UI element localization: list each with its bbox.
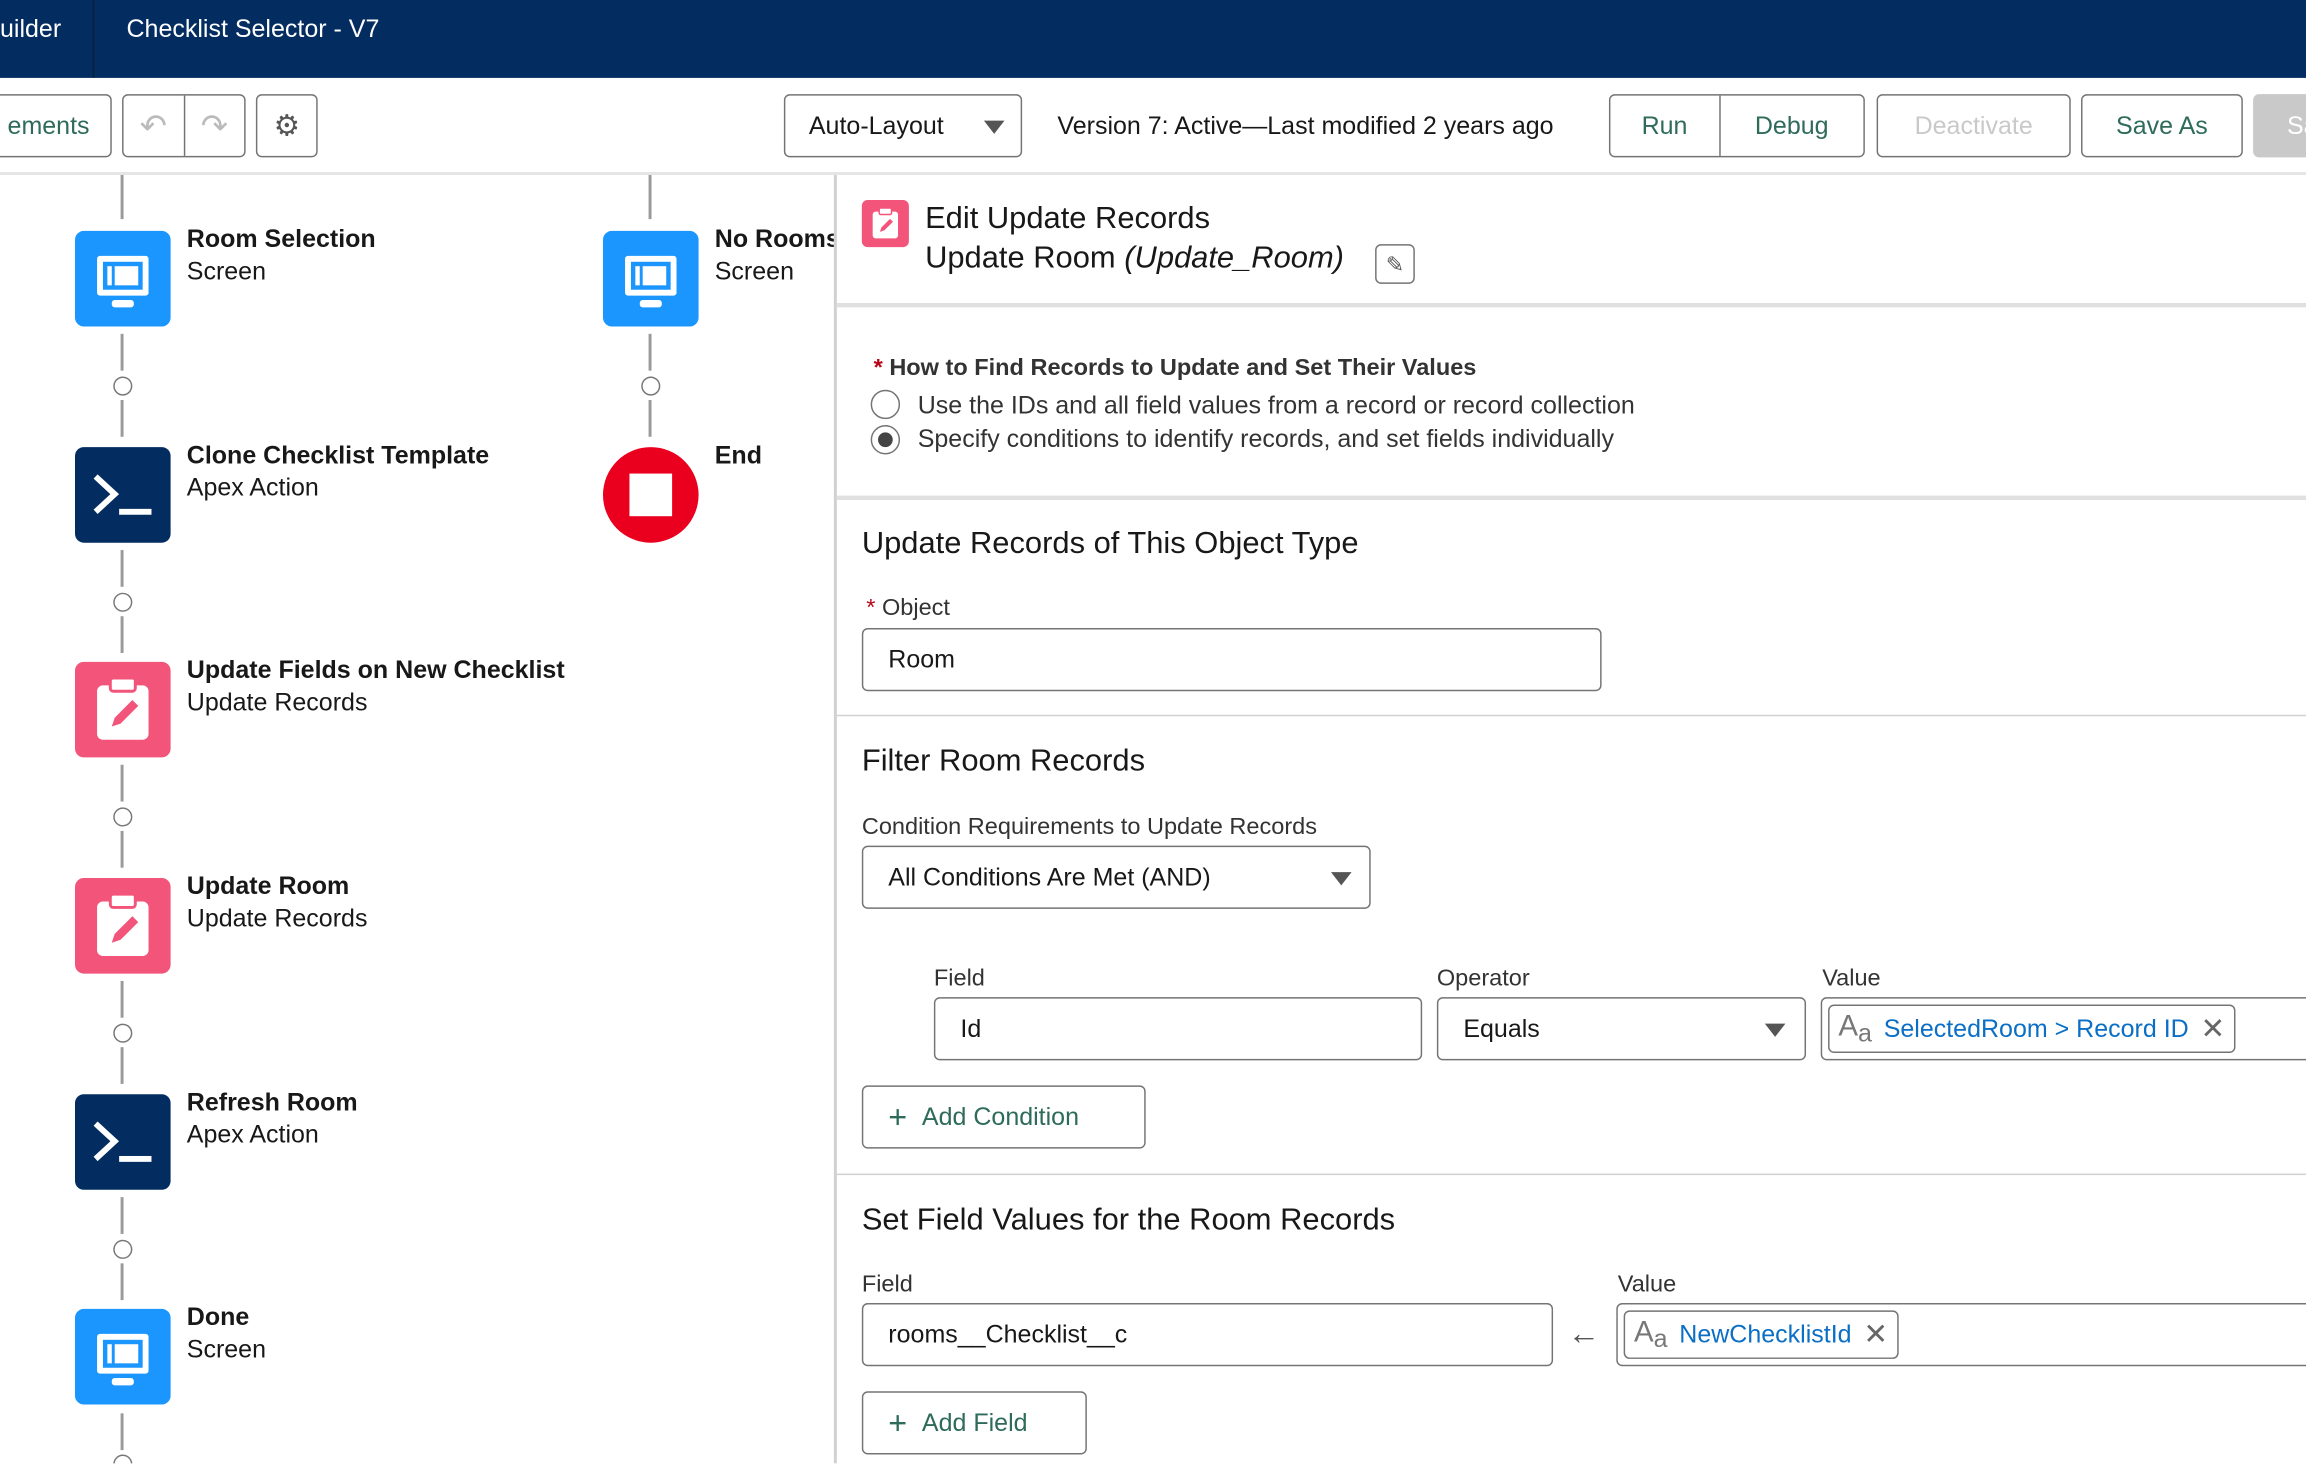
connector-dot[interactable] xyxy=(641,376,661,396)
condition-operator-select[interactable]: Equals xyxy=(1436,997,1807,1061)
flow-canvas[interactable]: Room Selection Screen Clone Checklist Te… xyxy=(0,175,840,1464)
object-input[interactable]: Room xyxy=(861,627,1602,692)
app-header: uilder Checklist Selector - V7 xyxy=(0,0,2306,78)
node-type: Apex Action xyxy=(186,1120,319,1149)
layout-select-value: Auto-Layout xyxy=(808,111,944,139)
value-header: Value xyxy=(1822,966,1881,992)
chevron-down-icon xyxy=(983,120,1005,134)
stop-icon[interactable] xyxy=(602,447,699,543)
chevron-down-icon xyxy=(1330,872,1352,886)
apex-icon[interactable] xyxy=(75,447,171,543)
node-type: Update Records xyxy=(186,904,368,933)
layout-select[interactable]: Auto-Layout xyxy=(783,94,1023,158)
object-section-heading: Update Records of This Object Type xyxy=(861,526,1359,561)
save-button[interactable]: Sa xyxy=(2253,94,2306,158)
save-as-button[interactable]: Save As xyxy=(2081,94,2243,158)
condition-value-input[interactable]: Aa SelectedRoom > Record ID ✕ xyxy=(1820,997,2306,1061)
update-records-icon[interactable] xyxy=(75,661,171,758)
node-type: Screen xyxy=(186,1335,267,1364)
undo-redo-group: ↶ ↷ xyxy=(122,94,246,158)
settings-button[interactable]: ⚙ xyxy=(255,94,318,158)
node-title[interactable]: Room Selection xyxy=(187,225,376,254)
text-type-icon: Aa xyxy=(1633,1315,1668,1353)
run-debug-group: Run Debug xyxy=(1608,94,1865,158)
undo-icon[interactable]: ↶ xyxy=(124,95,185,156)
node-type: Screen xyxy=(186,257,267,286)
run-button[interactable]: Run xyxy=(1610,95,1721,156)
node-title[interactable]: Update Fields on New Checklist xyxy=(187,656,565,685)
screen-icon[interactable] xyxy=(602,230,699,327)
radio-specify-conditions[interactable] xyxy=(870,425,901,455)
connector-dot[interactable] xyxy=(113,807,133,827)
node-title[interactable]: Update Room xyxy=(187,872,350,901)
add-field-button[interactable]: + Add Field xyxy=(861,1391,1087,1455)
close-icon[interactable]: ✕ xyxy=(1863,1316,1888,1353)
node-title[interactable]: Done xyxy=(187,1303,250,1332)
panel-title: Edit Update Records xyxy=(925,201,1211,236)
pencil-icon: ✎ xyxy=(1385,252,1405,278)
node-title[interactable]: Clone Checklist Template xyxy=(187,441,489,470)
field-header: Field xyxy=(933,966,985,992)
connector-dot[interactable] xyxy=(113,592,133,612)
how-to-find-label: * How to Find Records to Update and Set … xyxy=(873,355,1477,381)
node-title[interactable]: No Rooms xyxy=(715,225,840,254)
element-label: Update Room (Update_Room) xyxy=(925,241,1344,276)
connector-dot[interactable] xyxy=(113,1454,133,1464)
arrow-left-icon: ← xyxy=(1567,1314,1601,1352)
radio-label: Specify conditions to identify records, … xyxy=(917,425,1614,453)
screen-icon[interactable] xyxy=(75,1308,171,1405)
debug-button[interactable]: Debug xyxy=(1720,111,1863,140)
set-value-input[interactable]: Aa NewChecklistId ✕ xyxy=(1616,1303,2306,1367)
set-fields-heading: Set Field Values for the Room Records xyxy=(861,1203,1396,1237)
value-header: Value xyxy=(1617,1272,1677,1298)
property-editor-panel: Edit Update Records Update Room (Update_… xyxy=(833,175,2306,1464)
operator-header: Operator xyxy=(1436,966,1530,992)
redo-icon[interactable]: ↷ xyxy=(185,107,245,145)
add-condition-button[interactable]: + Add Condition xyxy=(861,1085,1146,1149)
node-type: Screen xyxy=(714,257,794,286)
gear-icon: ⚙ xyxy=(273,110,300,143)
close-icon[interactable]: ✕ xyxy=(2200,1010,2225,1047)
deactivate-button[interactable]: Deactivate xyxy=(1876,94,2071,158)
app-name: uilder xyxy=(0,14,62,43)
screen-icon[interactable] xyxy=(75,230,171,327)
plus-icon: + xyxy=(888,1403,908,1441)
condition-requirements-select[interactable]: All Conditions Are Met (AND) xyxy=(861,845,1371,909)
toolbar: ements ↶ ↷ ⚙ Auto-Layout Version 7: Acti… xyxy=(0,77,2306,176)
filter-section-heading: Filter Room Records xyxy=(861,744,1146,779)
update-records-icon xyxy=(861,200,909,248)
object-label: * Object xyxy=(866,595,950,621)
flow-title: Checklist Selector - V7 xyxy=(126,14,380,43)
node-title[interactable]: End xyxy=(715,441,762,470)
field-header: Field xyxy=(861,1272,913,1298)
header-divider xyxy=(92,0,95,78)
update-records-icon[interactable] xyxy=(75,878,171,974)
value-pill[interactable]: Aa NewChecklistId ✕ xyxy=(1623,1310,1899,1359)
apex-icon[interactable] xyxy=(75,1094,171,1190)
version-status: Version 7: Active—Last modified 2 years … xyxy=(1057,111,1554,140)
set-field-input[interactable]: rooms__Checklist__c xyxy=(861,1303,1554,1367)
elements-button[interactable]: ements xyxy=(0,94,112,158)
chevron-down-icon xyxy=(1764,1023,1786,1037)
value-pill[interactable]: Aa SelectedRoom > Record ID ✕ xyxy=(1828,1004,2236,1054)
radio-label: Use the IDs and all field values from a … xyxy=(917,391,1635,420)
radio-use-ids[interactable] xyxy=(870,389,901,420)
connector-dot[interactable] xyxy=(113,1239,133,1259)
node-type: Update Records xyxy=(186,688,368,717)
condition-requirements-label: Condition Requirements to Update Records xyxy=(861,814,1318,840)
node-title[interactable]: Refresh Room xyxy=(187,1088,358,1117)
connector-dot[interactable] xyxy=(113,376,133,396)
text-type-icon: Aa xyxy=(1838,1009,1872,1047)
plus-icon: + xyxy=(888,1097,908,1135)
edit-label-button[interactable]: ✎ xyxy=(1375,244,1415,284)
node-type: Apex Action xyxy=(186,473,319,502)
connector-dot[interactable] xyxy=(113,1023,133,1043)
condition-field-input[interactable]: Id xyxy=(933,997,1423,1061)
